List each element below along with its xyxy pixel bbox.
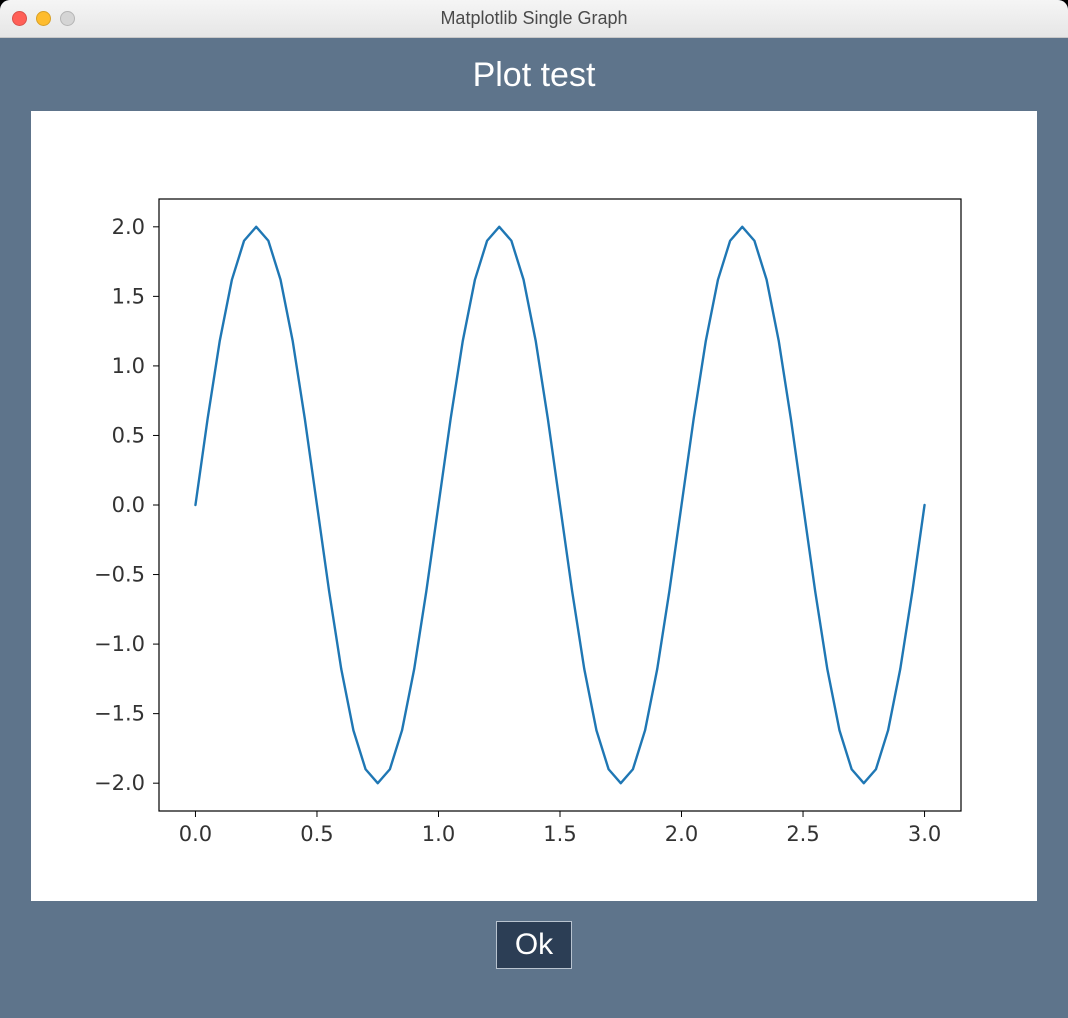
- y-tick-label: −0.5: [94, 563, 145, 587]
- y-tick-label: 0.5: [112, 423, 145, 447]
- x-tick-label: 0.5: [300, 822, 333, 846]
- close-window-icon[interactable]: [12, 11, 27, 26]
- y-tick-label: −1.5: [94, 702, 145, 726]
- content-area: Plot test 0.0 0.5 1.0 1.5 2.0 2.5 3.0 −2.0 −1.5 −…: [0, 38, 1068, 1018]
- minimize-window-icon[interactable]: [36, 11, 51, 26]
- x-tick-label: 0.0: [179, 822, 212, 846]
- x-tick-label: 2.5: [786, 822, 819, 846]
- y-tick-label: −2.0: [94, 771, 145, 795]
- ok-button[interactable]: Ok: [496, 921, 572, 969]
- chart-svg: 0.0 0.5 1.0 1.5 2.0 2.5 3.0 −2.0 −1.5 −1.0 −0.5 0.0…: [31, 111, 1037, 901]
- y-tick-label: 2.0: [112, 215, 145, 239]
- chart-panel: 0.0 0.5 1.0 1.5 2.0 2.5 3.0 −2.0 −1.5 −1.0 −0.5 0.0…: [31, 111, 1037, 901]
- window-title: Matplotlib Single Graph: [0, 8, 1068, 29]
- y-tick-label: 1.0: [112, 354, 145, 378]
- x-tick-label: 1.0: [422, 822, 455, 846]
- traffic-lights: [12, 11, 75, 26]
- x-tick-label: 1.5: [543, 822, 576, 846]
- line-series: [195, 227, 924, 783]
- title-bar: Matplotlib Single Graph: [0, 0, 1068, 38]
- y-tick-label: 1.5: [112, 284, 145, 308]
- x-tick-label: 2.0: [665, 822, 698, 846]
- x-tick-label: 3.0: [908, 822, 941, 846]
- y-tick-label: 0.0: [112, 493, 145, 517]
- maximize-window-icon: [60, 11, 75, 26]
- y-tick-label: −1.0: [94, 632, 145, 656]
- app-window: Matplotlib Single Graph Plot test 0.0 0.5…: [0, 0, 1068, 1018]
- plot-heading: Plot test: [473, 56, 596, 95]
